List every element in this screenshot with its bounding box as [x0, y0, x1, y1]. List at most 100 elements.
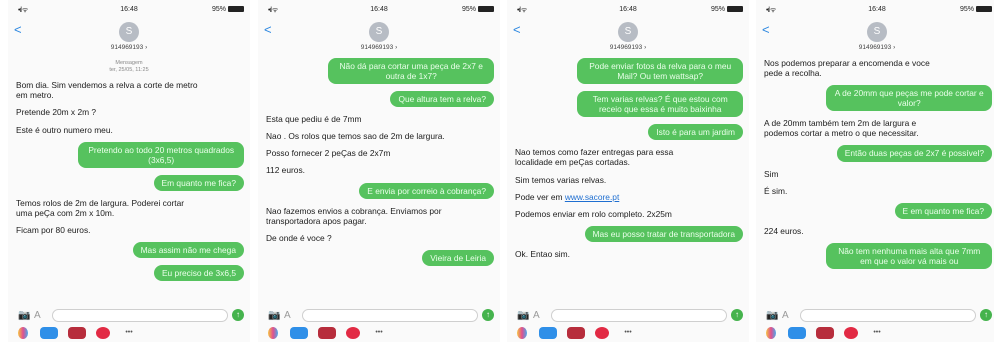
digital-touch-icon[interactable]	[816, 327, 834, 339]
more-apps-icon[interactable]: •••	[619, 327, 637, 339]
camera-icon[interactable]: 📷	[517, 310, 529, 321]
status-bar: •ıl ᯤ 16:48 95%	[12, 6, 246, 18]
message-text: E em quanto me fica?	[902, 205, 984, 216]
photos-app-icon[interactable]	[766, 327, 776, 339]
received-message: A de 20mm também tem 2m de largura e pod…	[762, 118, 946, 138]
appstore-app-icon[interactable]	[788, 327, 806, 339]
message-input[interactable]	[800, 309, 976, 322]
more-apps-icon[interactable]: •••	[868, 327, 886, 339]
status-bar: •ıl ᯤ 16:48 95%	[511, 6, 745, 18]
send-icon[interactable]: ↑	[731, 309, 743, 321]
pinterest-app-icon[interactable]	[595, 327, 609, 339]
status-time: 16:48	[868, 6, 886, 13]
received-message: É sim.	[762, 186, 946, 196]
sent-message-bubble: Em quanto me fica?	[153, 174, 244, 191]
message-text: Bom dia. Sim vendemos a relva a corte de…	[16, 80, 198, 101]
message-text: Podemos enviar em rolo completo. 2x25m	[515, 208, 672, 219]
sent-message-bubble: Vieira de Leiria	[422, 249, 494, 266]
contact-avatar[interactable]: S	[119, 22, 139, 42]
message-text: Não dá para cortar uma peça de 2x7 e out…	[339, 61, 483, 82]
received-message: Nao temos como fazer entregas para essa …	[513, 147, 697, 167]
pinterest-app-icon[interactable]	[844, 327, 858, 339]
contact-avatar[interactable]: S	[618, 22, 638, 42]
appstore-icon[interactable]: A	[782, 310, 789, 321]
back-button[interactable]: <	[513, 22, 521, 37]
message-text: Em quanto me fica?	[161, 177, 236, 188]
send-icon[interactable]: ↑	[980, 309, 992, 321]
message-thread[interactable]: Mensagem ter, 25/05, 11:25 Bom dia. Sim v…	[14, 58, 244, 304]
back-button[interactable]: <	[264, 22, 272, 37]
sent-message-bubble: Isto é para um jardim	[648, 124, 743, 141]
message-text: Este é outro numero meu.	[16, 124, 113, 135]
appstore-app-icon[interactable]	[40, 327, 58, 339]
battery-icon	[228, 6, 244, 13]
photos-app-icon[interactable]	[268, 327, 278, 339]
appstore-app-icon[interactable]	[290, 327, 308, 339]
battery-percent: 95%	[959, 6, 974, 13]
sent-message-bubble: Pretendo ao todo 20 metros quadrados (3x…	[78, 141, 244, 168]
appstore-icon[interactable]: A	[533, 310, 540, 321]
sent-message-bubble: Não dá para cortar uma peça de 2x7 e out…	[328, 58, 494, 85]
message-thread[interactable]: Nos podemos preparar a encomenda e voce …	[762, 58, 992, 304]
more-apps-icon[interactable]: •••	[120, 327, 138, 339]
photos-app-icon[interactable]	[18, 327, 28, 339]
send-icon[interactable]: ↑	[482, 309, 494, 321]
message-text: Pretendo ao todo 20 metros quadrados (3x…	[88, 144, 235, 165]
send-icon[interactable]: ↑	[232, 309, 244, 321]
message-text: Tem varias relvas? É que estou com recei…	[592, 94, 728, 115]
camera-icon[interactable]: 📷	[268, 310, 280, 321]
digital-touch-icon[interactable]	[318, 327, 336, 339]
sent-message-bubble: A de 20mm que peças me pode cortar e val…	[826, 85, 992, 112]
message-text: Ok. Entao sim.	[515, 248, 570, 259]
sent-message-bubble: E envia por correio à cobrança?	[359, 182, 494, 199]
camera-icon[interactable]: 📷	[18, 310, 30, 321]
contact-number[interactable]: 914969193 ›	[8, 44, 250, 51]
message-text: Nao temos como fazer entregas para essa …	[515, 147, 674, 168]
photos-app-icon[interactable]	[517, 327, 527, 339]
sent-message-bubble: Que altura tem a relva?	[390, 91, 494, 108]
sent-message-bubble: Eu preciso de 3x6,5	[153, 265, 244, 282]
digital-touch-icon[interactable]	[567, 327, 585, 339]
app-drawer: •••	[760, 326, 994, 340]
camera-icon[interactable]: 📷	[766, 310, 778, 321]
phone-screen-4: •ıl ᯤ 16:48 95% < S 914969193 › Nos podemos pr…	[756, 0, 994, 342]
contact-avatar[interactable]: S	[867, 22, 887, 42]
message-input[interactable]	[302, 309, 478, 322]
message-composer: 📷 A ↑	[12, 308, 246, 324]
phone-screen-3: •ıl ᯤ 16:48 95% < S 914969193 › Pode enviar fo…	[507, 0, 749, 342]
sent-message-bubble: Pode enviar fotos da relva para o meu Ma…	[577, 58, 743, 85]
message-text: Sim temos varias relvas.	[515, 174, 607, 185]
digital-touch-icon[interactable]	[68, 327, 86, 339]
website-link[interactable]: www.sacore.pt	[565, 192, 619, 202]
message-composer: 📷 A ↑	[760, 308, 994, 324]
contact-number[interactable]: 914969193 ›	[507, 44, 749, 51]
back-button[interactable]: <	[14, 22, 22, 37]
status-bar: •ıl ᯤ 16:48 95%	[262, 6, 496, 18]
contact-number[interactable]: 914969193 ›	[756, 44, 994, 51]
appstore-icon[interactable]: A	[34, 310, 41, 321]
battery-indicator: 95%	[212, 6, 244, 13]
message-thread[interactable]: Pode enviar fotos da relva para o meu Ma…	[513, 58, 743, 304]
appstore-app-icon[interactable]	[539, 327, 557, 339]
sent-message-bubble: E em quanto me fica?	[894, 202, 992, 219]
sent-message-bubble: Tem varias relvas? É que estou com recei…	[577, 91, 743, 118]
pinterest-app-icon[interactable]	[96, 327, 110, 339]
battery-icon	[727, 6, 743, 13]
message-text: Mas assim não me chega	[140, 245, 236, 256]
message-text: Nao fazemos envios a cobrança. Enviamos …	[266, 205, 442, 226]
app-drawer: •••	[12, 326, 246, 340]
received-message: Sim temos varias relvas.	[513, 175, 697, 185]
back-button[interactable]: <	[762, 22, 770, 37]
more-apps-icon[interactable]: •••	[370, 327, 388, 339]
message-composer: 📷 A ↑	[511, 308, 745, 324]
contact-number[interactable]: 914969193 ›	[258, 44, 500, 51]
message-input[interactable]	[551, 309, 727, 322]
message-timestamp: Mensagem ter, 25/05, 11:25	[109, 60, 149, 74]
pinterest-app-icon[interactable]	[346, 327, 360, 339]
message-thread[interactable]: Não dá para cortar uma peça de 2x7 e out…	[264, 58, 494, 304]
appstore-icon[interactable]: A	[284, 310, 291, 321]
message-input[interactable]	[52, 309, 228, 322]
contact-avatar[interactable]: S	[369, 22, 389, 42]
sent-message-bubble: Mas assim não me chega	[132, 242, 244, 259]
message-text: Vieira de Leiria	[430, 252, 486, 263]
